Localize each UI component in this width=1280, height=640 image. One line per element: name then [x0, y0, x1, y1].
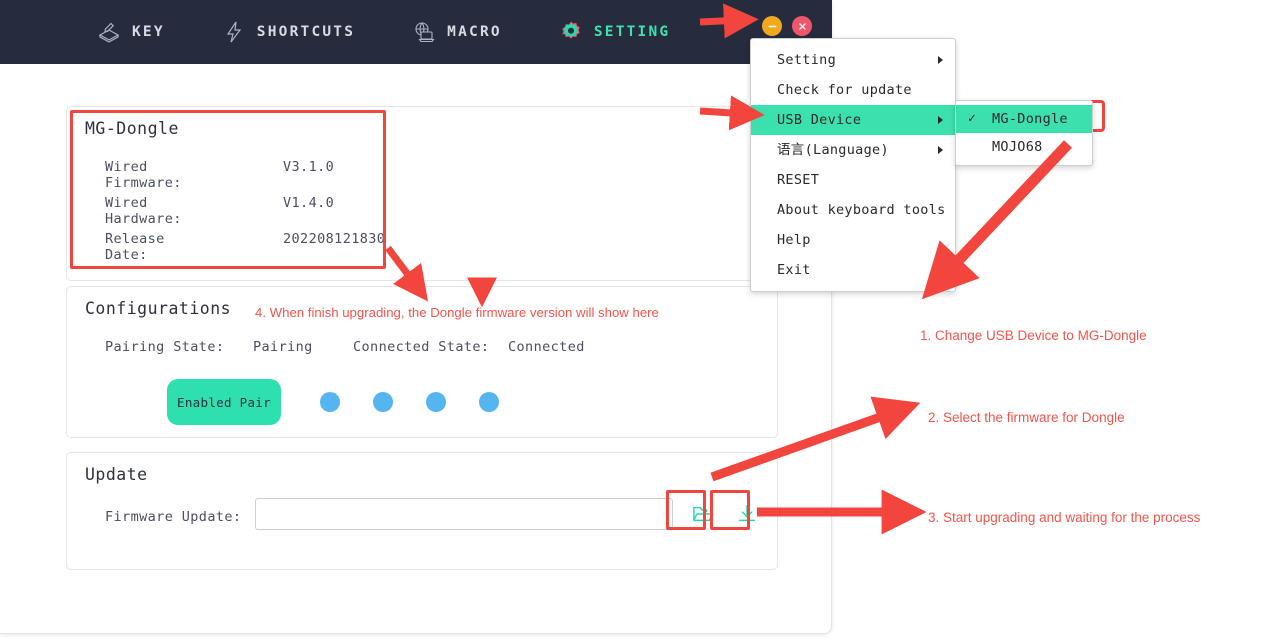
nav-label-shortcuts: SHORTCUTS: [256, 24, 356, 40]
menu-item-help[interactable]: Help: [751, 225, 955, 255]
menu-item-reset[interactable]: RESET: [751, 165, 955, 195]
close-icon[interactable]: [792, 16, 812, 36]
minimize-icon[interactable]: [762, 16, 782, 36]
pair-slot-indicator-3[interactable]: [426, 392, 446, 412]
main-nav: KEY SHORTCUTS MACRO SETTING: [96, 19, 726, 45]
nav-label-macro: MACRO: [447, 24, 502, 40]
pair-slot-indicator-4[interactable]: [479, 392, 499, 412]
pair-slot-indicator-1[interactable]: [320, 392, 340, 412]
firmware-update-label: Firmware Update:: [105, 509, 242, 525]
menu-item-label: 语言(Language): [777, 142, 889, 158]
connected-state-label: Connected State:: [353, 339, 490, 355]
annotation-step4: 4. When finish upgrading, the Dongle fir…: [255, 305, 659, 320]
menu-item-label: USB Device: [777, 112, 862, 128]
nav-item-key[interactable]: KEY: [96, 19, 165, 45]
menu-item-about-keyboard-tools[interactable]: About keyboard tools: [751, 195, 955, 225]
firmware-path-input[interactable]: [255, 498, 673, 530]
annotation-step1: 1. Change USB Device to MG-Dongle: [920, 328, 1147, 343]
gear-icon: [558, 19, 584, 45]
menu-item-label: Setting: [777, 52, 836, 68]
wired-hardware-label: Wired Hardware:: [105, 195, 182, 227]
menu-item-label: Help: [777, 232, 811, 248]
device-panel-title: MG-Dongle: [85, 119, 179, 138]
chevron-right-icon: [938, 146, 943, 154]
pair-slot-indicator-2[interactable]: [373, 392, 393, 412]
menu-item-usb-device[interactable]: USB Device: [751, 105, 955, 135]
pairing-state-label: Pairing State:: [105, 339, 225, 355]
menu-item-label: RESET: [777, 172, 820, 188]
globe-laptop-icon: [411, 19, 437, 45]
config-panel-title: Configurations: [85, 299, 232, 318]
screen: KEY SHORTCUTS MACRO SETTING MG-Dongle Wi…: [0, 0, 1280, 640]
menu-item-check-for-update[interactable]: Check for update: [751, 75, 955, 105]
submenu-item-mojo68[interactable]: MOJO68: [956, 133, 1092, 161]
menu-item-setting[interactable]: Setting: [751, 45, 955, 75]
release-date-label: Release Date:: [105, 231, 165, 263]
menu-item-exit[interactable]: Exit: [751, 255, 955, 285]
wired-firmware-label: Wired Firmware:: [105, 159, 182, 191]
nav-item-shortcuts[interactable]: SHORTCUTS: [221, 19, 355, 45]
submenu-item-label: MOJO68: [992, 139, 1043, 155]
settings-dropdown-menu: Setting Check for update USB Device 语言(L…: [750, 38, 956, 292]
annotation-step2: 2. Select the firmware for Dongle: [928, 410, 1125, 425]
nav-label-setting: SETTING: [593, 24, 671, 40]
download-icon[interactable]: [730, 497, 764, 531]
nav-item-setting[interactable]: SETTING: [558, 19, 671, 45]
window-controls: [762, 16, 812, 36]
pairing-state-value: Pairing: [253, 339, 313, 355]
menu-item-label: Exit: [777, 262, 811, 278]
nav-item-macro[interactable]: MACRO: [411, 19, 502, 45]
chevron-right-icon: [938, 116, 943, 124]
lightning-bolt-icon: [221, 19, 247, 45]
menu-item-label: About keyboard tools: [777, 202, 946, 218]
enabled-pair-button[interactable]: Enabled Pair: [167, 379, 281, 425]
check-icon: ✓: [968, 111, 977, 126]
menu-item-language[interactable]: 语言(Language): [751, 135, 955, 165]
title-bar: KEY SHORTCUTS MACRO SETTING: [0, 0, 832, 64]
update-panel: Update Firmware Update:: [66, 452, 778, 570]
usb-device-submenu: ✓ MG-Dongle MOJO68: [955, 100, 1093, 166]
chevron-right-icon: [938, 56, 943, 64]
annotation-step3: 3. Start upgrading and waiting for the p…: [928, 510, 1201, 525]
device-info-panel: MG-Dongle Wired Firmware: V3.1.0 Wired H…: [66, 106, 778, 281]
submenu-item-label: MG-Dongle: [992, 111, 1068, 127]
release-date-value: 202208121830: [283, 231, 386, 247]
keycap-pen-icon: [96, 19, 122, 45]
submenu-item-mg-dongle[interactable]: ✓ MG-Dongle: [956, 105, 1092, 133]
menu-item-label: Check for update: [777, 82, 912, 98]
update-panel-title: Update: [85, 465, 148, 484]
connected-state-value: Connected: [508, 339, 585, 355]
wired-hardware-value: V1.4.0: [283, 195, 335, 211]
nav-label-key: KEY: [132, 24, 165, 40]
wired-firmware-value: V3.1.0: [283, 159, 335, 175]
folder-open-icon[interactable]: [686, 497, 720, 531]
